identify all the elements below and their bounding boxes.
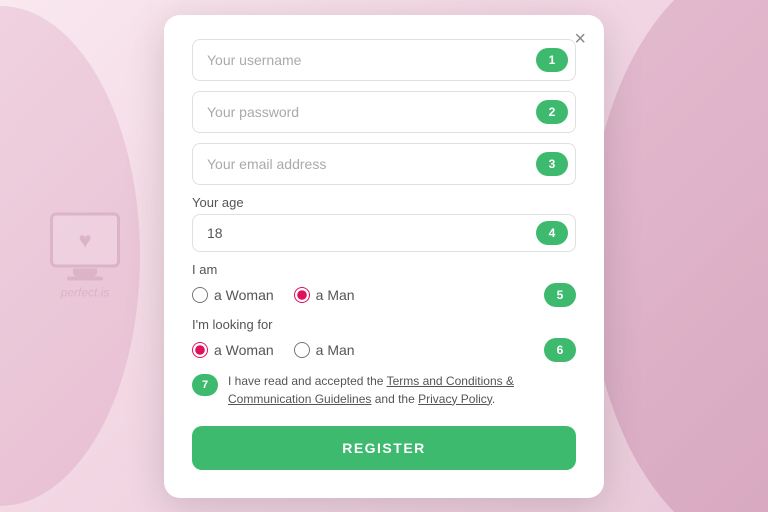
age-label: Your age xyxy=(192,195,576,210)
iam-section: I am a Woman a Man 5 xyxy=(192,262,576,307)
password-field-row: 2 xyxy=(192,91,576,133)
watermark: ♥ perfect.is xyxy=(50,213,120,300)
register-button[interactable]: REGISTER xyxy=(192,426,576,470)
watermark-heart-icon: ♥ xyxy=(78,227,91,253)
looking-man-label: a Man xyxy=(316,342,355,358)
age-input[interactable] xyxy=(192,214,576,252)
terms-text: I have read and accepted the Terms and C… xyxy=(228,372,576,408)
watermark-text: perfect.is xyxy=(61,286,110,300)
looking-woman-label: a Woman xyxy=(214,342,274,358)
terms-row: 7 I have read and accepted the Terms and… xyxy=(192,372,576,408)
terms-link2[interactable]: Privacy Policy xyxy=(418,392,492,406)
step-1-badge: 1 xyxy=(536,48,568,72)
watermark-monitor: ♥ xyxy=(50,213,120,268)
iam-man-label: a Man xyxy=(316,287,355,303)
close-button[interactable]: × xyxy=(574,29,586,49)
terms-text-before: I have read and accepted the xyxy=(228,374,387,388)
looking-section: I'm looking for a Woman a Man 6 xyxy=(192,317,576,362)
username-input[interactable] xyxy=(192,39,576,81)
registration-modal: × 1 2 3 Your age 4 I am a Woman a M xyxy=(164,15,604,498)
iam-woman-label: a Woman xyxy=(214,287,274,303)
terms-text-middle: and the xyxy=(371,392,418,406)
step-5-badge: 5 xyxy=(544,283,576,307)
iam-label: I am xyxy=(192,262,576,277)
iam-woman-radio[interactable] xyxy=(192,287,208,303)
iam-woman-option[interactable]: a Woman xyxy=(192,287,274,303)
email-field-row: 3 xyxy=(192,143,576,185)
email-input[interactable] xyxy=(192,143,576,185)
age-section: Your age 4 xyxy=(192,195,576,252)
looking-man-option[interactable]: a Man xyxy=(294,342,355,358)
looking-radio-row: a Woman a Man 6 xyxy=(192,338,576,362)
step-4-badge: 4 xyxy=(536,221,568,245)
username-field-row: 1 xyxy=(192,39,576,81)
iam-radio-row: a Woman a Man 5 xyxy=(192,283,576,307)
step-7-badge: 7 xyxy=(192,374,218,396)
password-input[interactable] xyxy=(192,91,576,133)
iam-man-radio[interactable] xyxy=(294,287,310,303)
looking-label: I'm looking for xyxy=(192,317,576,332)
step-2-badge: 2 xyxy=(536,100,568,124)
looking-woman-radio[interactable] xyxy=(192,342,208,358)
step-3-badge: 3 xyxy=(536,152,568,176)
looking-man-radio[interactable] xyxy=(294,342,310,358)
looking-woman-option[interactable]: a Woman xyxy=(192,342,274,358)
iam-man-option[interactable]: a Man xyxy=(294,287,355,303)
age-input-row: 4 xyxy=(192,214,576,252)
terms-text-after: . xyxy=(492,392,495,406)
step-6-badge: 6 xyxy=(544,338,576,362)
